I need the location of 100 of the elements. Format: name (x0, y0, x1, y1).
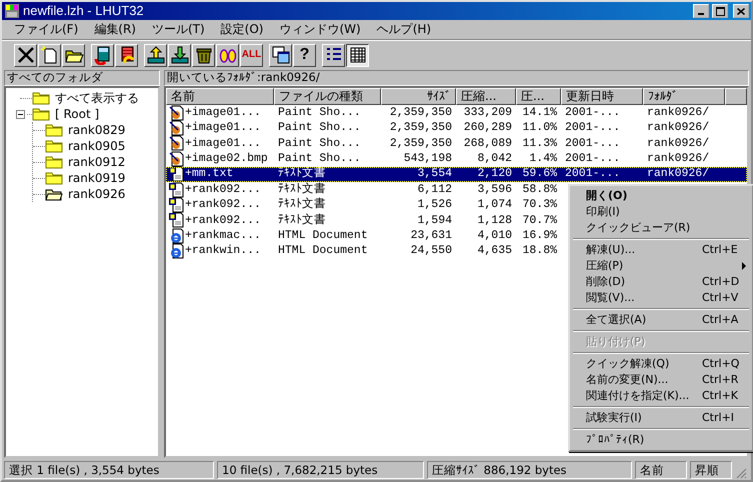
file-name: +mm.txt (185, 167, 234, 182)
folder-item[interactable]: rank0912 (66, 154, 128, 170)
table-cell: 14.1% (522, 106, 557, 119)
collapse-icon[interactable] (16, 110, 25, 118)
table-cell: 2,359,350 (390, 106, 452, 119)
table-cell: rank0926/ (647, 136, 710, 150)
table-cell: 2001-... (565, 167, 620, 180)
table-cell: 1,526 (417, 198, 452, 212)
table-cell: 24,550 (410, 244, 452, 258)
table-cell: 260,289 (464, 121, 512, 134)
menu-item[interactable]: 削除(D) Ctrl+D (572, 274, 750, 290)
table-cell: 70.7% (522, 214, 557, 227)
table-cell: 4,010 (477, 228, 512, 242)
folder-item[interactable]: [ Root ] (53, 106, 102, 122)
file-row[interactable]: +image01... Paint Sho... 2,359,350 260,289 11.0% 2001-... rank0926/ (166, 120, 747, 136)
table-cell: Paint Sho... (278, 106, 361, 119)
table-cell: 59.6% (522, 167, 557, 180)
table-cell: 1,594 (417, 214, 452, 227)
column-header[interactable]: 圧縮... (456, 88, 516, 105)
status-panel: 名前 (635, 461, 687, 479)
folder-item[interactable]: rank0926 (66, 186, 128, 202)
table-cell: 2,359,350 (390, 121, 452, 134)
status-panel: 10 file(s) , 7,682,215 bytes (217, 461, 424, 479)
table-cell: rank0926/ (647, 167, 710, 180)
menu-item[interactable]: 閲覧(V)... Ctrl+V (572, 290, 750, 306)
menu-item[interactable]: ﾌﾟﾛﾊﾟﾃｨ(R) (572, 432, 750, 448)
text-file-icon (168, 212, 184, 228)
folder-item[interactable]: rank0905 (66, 138, 128, 154)
menu-item-label: 閲覧(V)... (586, 291, 635, 305)
table-cell: 2,120 (477, 167, 512, 180)
table-cell: HTML Document (278, 228, 368, 242)
column-header[interactable]: 名前 (166, 88, 274, 105)
status-panel: 昇順 (690, 461, 732, 479)
table-cell: ﾃｷｽﾄ文書 (278, 198, 326, 212)
box-icon (92, 45, 112, 65)
file-row[interactable]: +image01... Paint Sho... 2,359,350 268,089 11.3% 2001-... rank0926/ (166, 136, 747, 152)
menu-item-label: 全て選択(A) (586, 313, 646, 327)
folder-item[interactable]: すべて表示する (53, 90, 141, 106)
html-file-icon (168, 243, 184, 260)
menu-item-label: 貼り付け(P) (586, 335, 646, 349)
shortcut-label: Ctrl+R (702, 373, 740, 387)
menu-item[interactable]: ツール(T) (144, 21, 213, 38)
column-header[interactable]: 更新日時 (561, 88, 643, 105)
folder-item[interactable]: rank0919 (66, 170, 128, 186)
table-cell: Paint Sho... (278, 152, 361, 165)
folder-item[interactable]: rank0829 (66, 122, 128, 138)
new-page-icon (40, 45, 60, 65)
table-cell: ﾃｷｽﾄ文書 (278, 214, 326, 227)
file-name: +rankwin... (185, 244, 261, 258)
maximize-icon (716, 6, 724, 16)
menu-item[interactable]: ウィンドウ(W) (271, 21, 369, 38)
column-header[interactable]: ファイルの種類 (274, 88, 381, 105)
column-header[interactable]: ｻｲｽﾞ (381, 88, 456, 105)
menu-item-label: 試験実行(I) (586, 411, 642, 425)
file-row[interactable]: +image01... Paint Sho... 2,359,350 333,209 14.1% 2001-... rank0926/ (166, 105, 747, 120)
table-cell: Paint Sho... (278, 136, 361, 150)
close-button[interactable] (733, 4, 749, 18)
file-row[interactable]: +image02.bmp Paint Sho... 543,198 8,042 1.4% 2001-... rank0926/ (166, 151, 747, 167)
text-file-icon (168, 166, 184, 182)
file-name: +image01... (185, 121, 261, 135)
minimize-button[interactable] (693, 4, 709, 18)
text-file-icon (168, 197, 184, 214)
table-cell: 16.9% (522, 228, 557, 242)
menu-item[interactable]: 印刷(I) (572, 204, 750, 220)
table-cell: Paint Sho... (278, 121, 361, 134)
column-header[interactable]: ﾌｫﾙﾀﾞ (643, 88, 725, 105)
toolbar-button[interactable] (346, 44, 369, 66)
app-icon (4, 3, 20, 19)
menu-item-label: 関連付けを指定(K)... (586, 389, 690, 403)
toolbar-button[interactable]: ALL (240, 44, 263, 66)
status-panel: 圧縮ｻｲｽﾞ 886,192 bytes (427, 461, 632, 479)
menu-item[interactable]: 設定(O) (212, 21, 272, 38)
file-name: +rank092... (185, 198, 261, 212)
menu-item[interactable]: 試験実行(I) Ctrl+I (572, 410, 750, 426)
menu-item[interactable]: 解凍(U)... Ctrl+E (572, 242, 750, 258)
maximize-button[interactable] (712, 4, 728, 18)
menu-item-label: 名前の変更(N)... (586, 373, 668, 387)
shortcut-label: Ctrl+D (702, 275, 740, 289)
table-cell: HTML Document (278, 244, 368, 258)
menu-item[interactable]: ヘルプ(H) (368, 21, 440, 38)
shortcut-label: Ctrl+I (702, 411, 736, 425)
html-file-icon (168, 228, 184, 244)
column-header[interactable]: 圧... (516, 88, 561, 105)
menu-item[interactable]: 関連付けを指定(K)... Ctrl+K (572, 388, 750, 404)
menu-item[interactable]: 圧縮(P) (572, 258, 750, 274)
menu-item[interactable]: 名前の変更(N)... Ctrl+R (572, 372, 750, 388)
close-icon (737, 8, 745, 14)
shortcut-label: Ctrl+Q (702, 357, 740, 371)
toolbar-button[interactable]: ? (293, 44, 316, 66)
menu-item[interactable]: 全て選択(A) Ctrl+A (572, 312, 750, 328)
grid-icon (348, 45, 368, 65)
menu-item[interactable]: クイックビューア(R) (572, 220, 750, 236)
table-cell: 333,209 (464, 106, 512, 119)
menu-item[interactable]: クイック解凍(Q) Ctrl+Q (572, 356, 750, 372)
menu-item[interactable]: 編集(R) (86, 21, 144, 38)
resize-grip-icon (735, 467, 747, 479)
menu-item-label: クイックビューア(R) (586, 221, 690, 235)
menu-item[interactable]: ファイル(F) (6, 21, 86, 38)
menu-item[interactable]: 開く(O) (572, 188, 750, 204)
menu-item-label: 開く(O) (586, 189, 628, 203)
